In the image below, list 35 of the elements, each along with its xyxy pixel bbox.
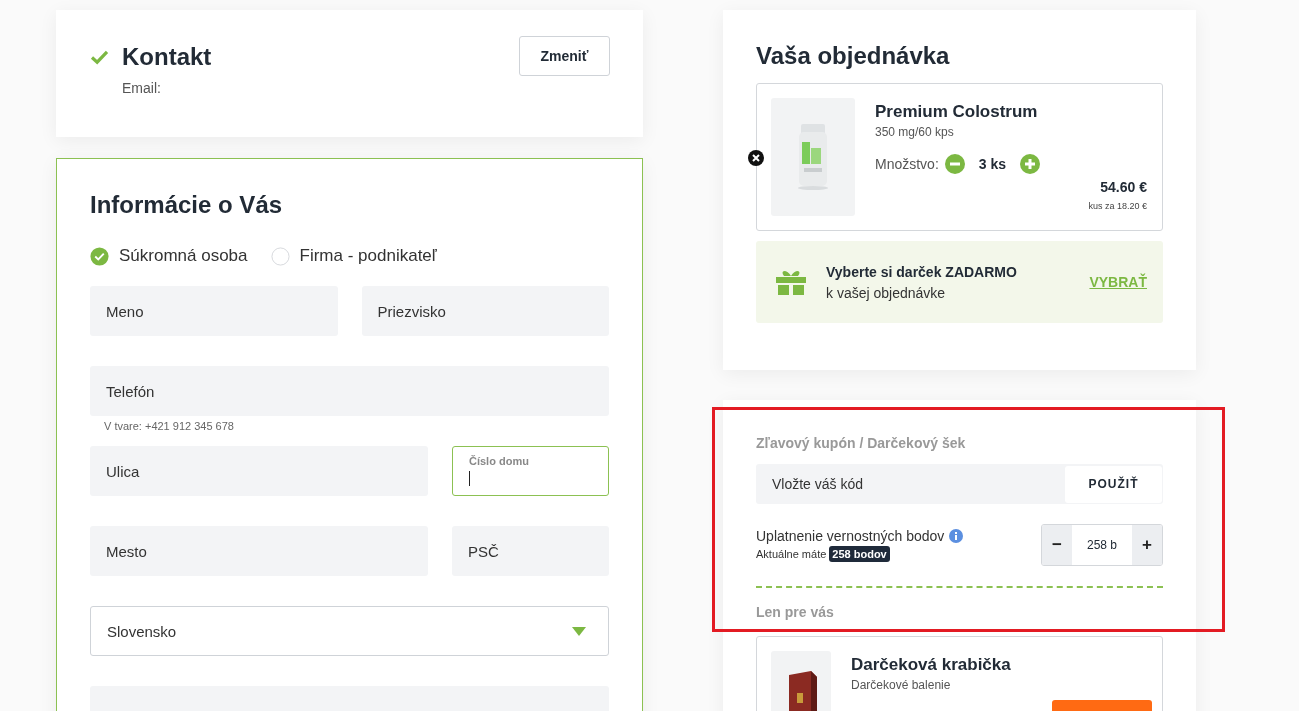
unit-price: kus za 18.20 €	[1088, 201, 1147, 211]
points-label: Aktuálne máte	[756, 548, 827, 560]
gift-title: Vyberte si darček ZADARMO	[826, 263, 1018, 280]
gift-subtitle: k vašej objednávke	[826, 284, 947, 301]
product-variant: 350 mg/60 kps	[875, 125, 955, 139]
radio-label: Súkromná osoba	[119, 246, 248, 266]
radio-label: Firma - podnikateľ	[299, 246, 437, 266]
email-label: Email:	[122, 80, 162, 96]
quantity-label: Množstvo:	[875, 156, 939, 172]
section-title: Len pre vás	[756, 604, 835, 620]
increase-button[interactable]: +	[1132, 525, 1162, 565]
loyalty-title: Uplatnenie vernostných bodov	[756, 528, 945, 544]
country-select[interactable]: Slovensko	[90, 606, 609, 656]
section-title: Kontakt	[122, 42, 212, 72]
change-button[interactable]: Zmeniť	[519, 36, 610, 76]
input-field[interactable]: Priezvisko	[361, 286, 609, 336]
points-badge: 258 bodov	[829, 546, 890, 562]
coupon-label: Zľavový kupón / Darčekový šek	[756, 435, 967, 451]
field-hint: V tvare: +421 912 345 678	[104, 420, 235, 434]
product-name: Premium Colostrum	[875, 102, 1039, 122]
apply-button[interactable]: POUŽIŤ	[1065, 465, 1162, 503]
item-price: 54.60 €	[1100, 179, 1147, 195]
product-variant: Darčekové balenie	[851, 678, 952, 692]
decrease-button[interactable]: −	[1042, 525, 1072, 565]
section-title: Informácie o Vás	[90, 190, 284, 220]
input-field[interactable]: Telefón	[90, 366, 609, 416]
product-name: Darčeková krabička	[851, 655, 1012, 675]
input-field[interactable]: Meno	[90, 286, 338, 336]
coupon-field[interactable]: Vložte váš kód POUŽIŤ	[756, 464, 1163, 504]
input-field[interactable]: Ulica	[90, 446, 428, 496]
input-field[interactable]: Mesto	[90, 526, 428, 576]
input-field[interactable]: PSČ	[452, 526, 609, 576]
quantity-value: 3 ks	[978, 156, 1007, 172]
section-title: Vaša objednávka	[756, 41, 951, 71]
input-field[interactable]: Číslo domu	[452, 446, 609, 496]
